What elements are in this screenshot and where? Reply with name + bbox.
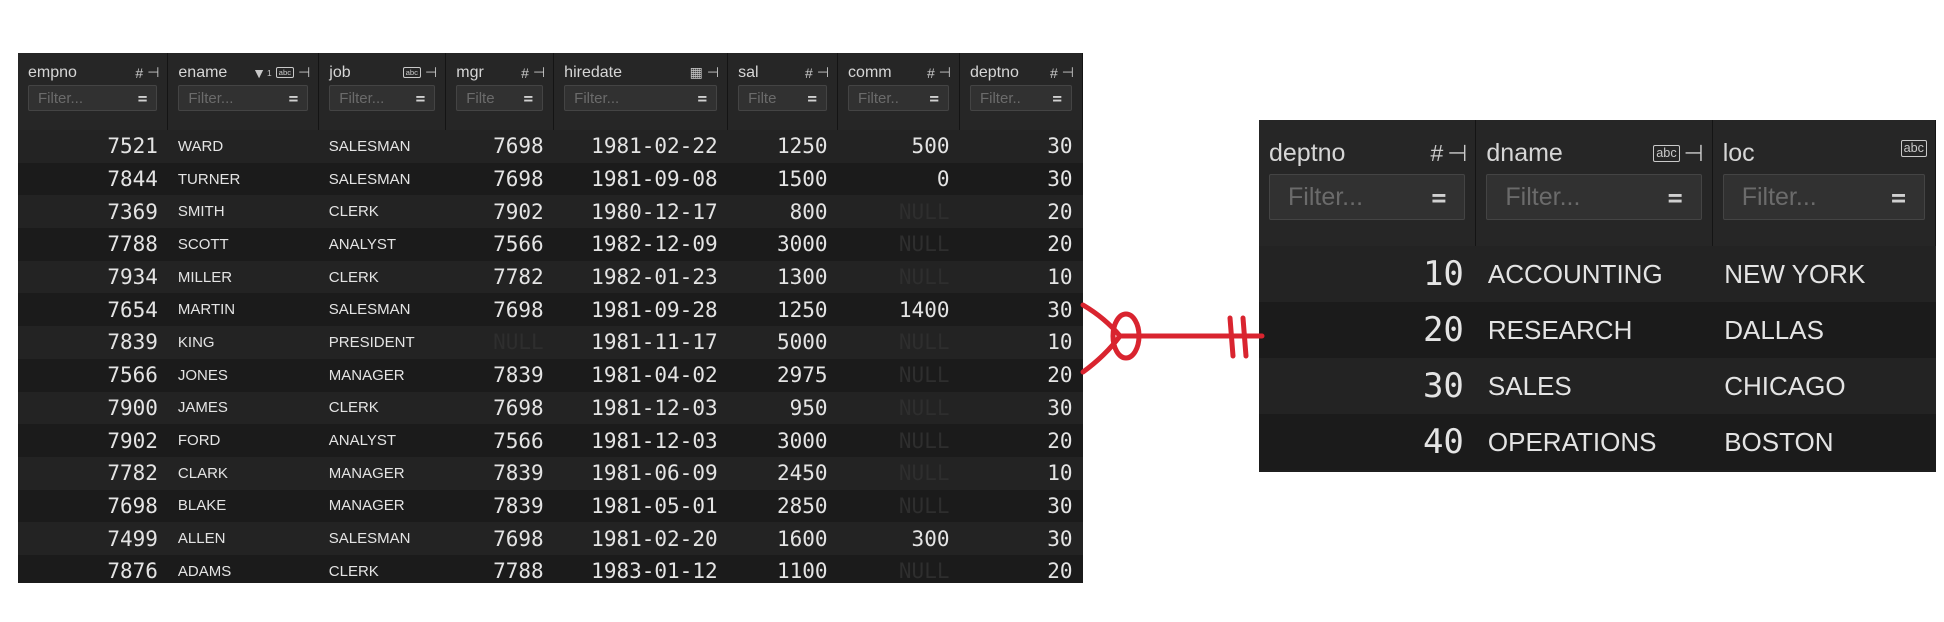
relationship-connector <box>1080 302 1265 375</box>
